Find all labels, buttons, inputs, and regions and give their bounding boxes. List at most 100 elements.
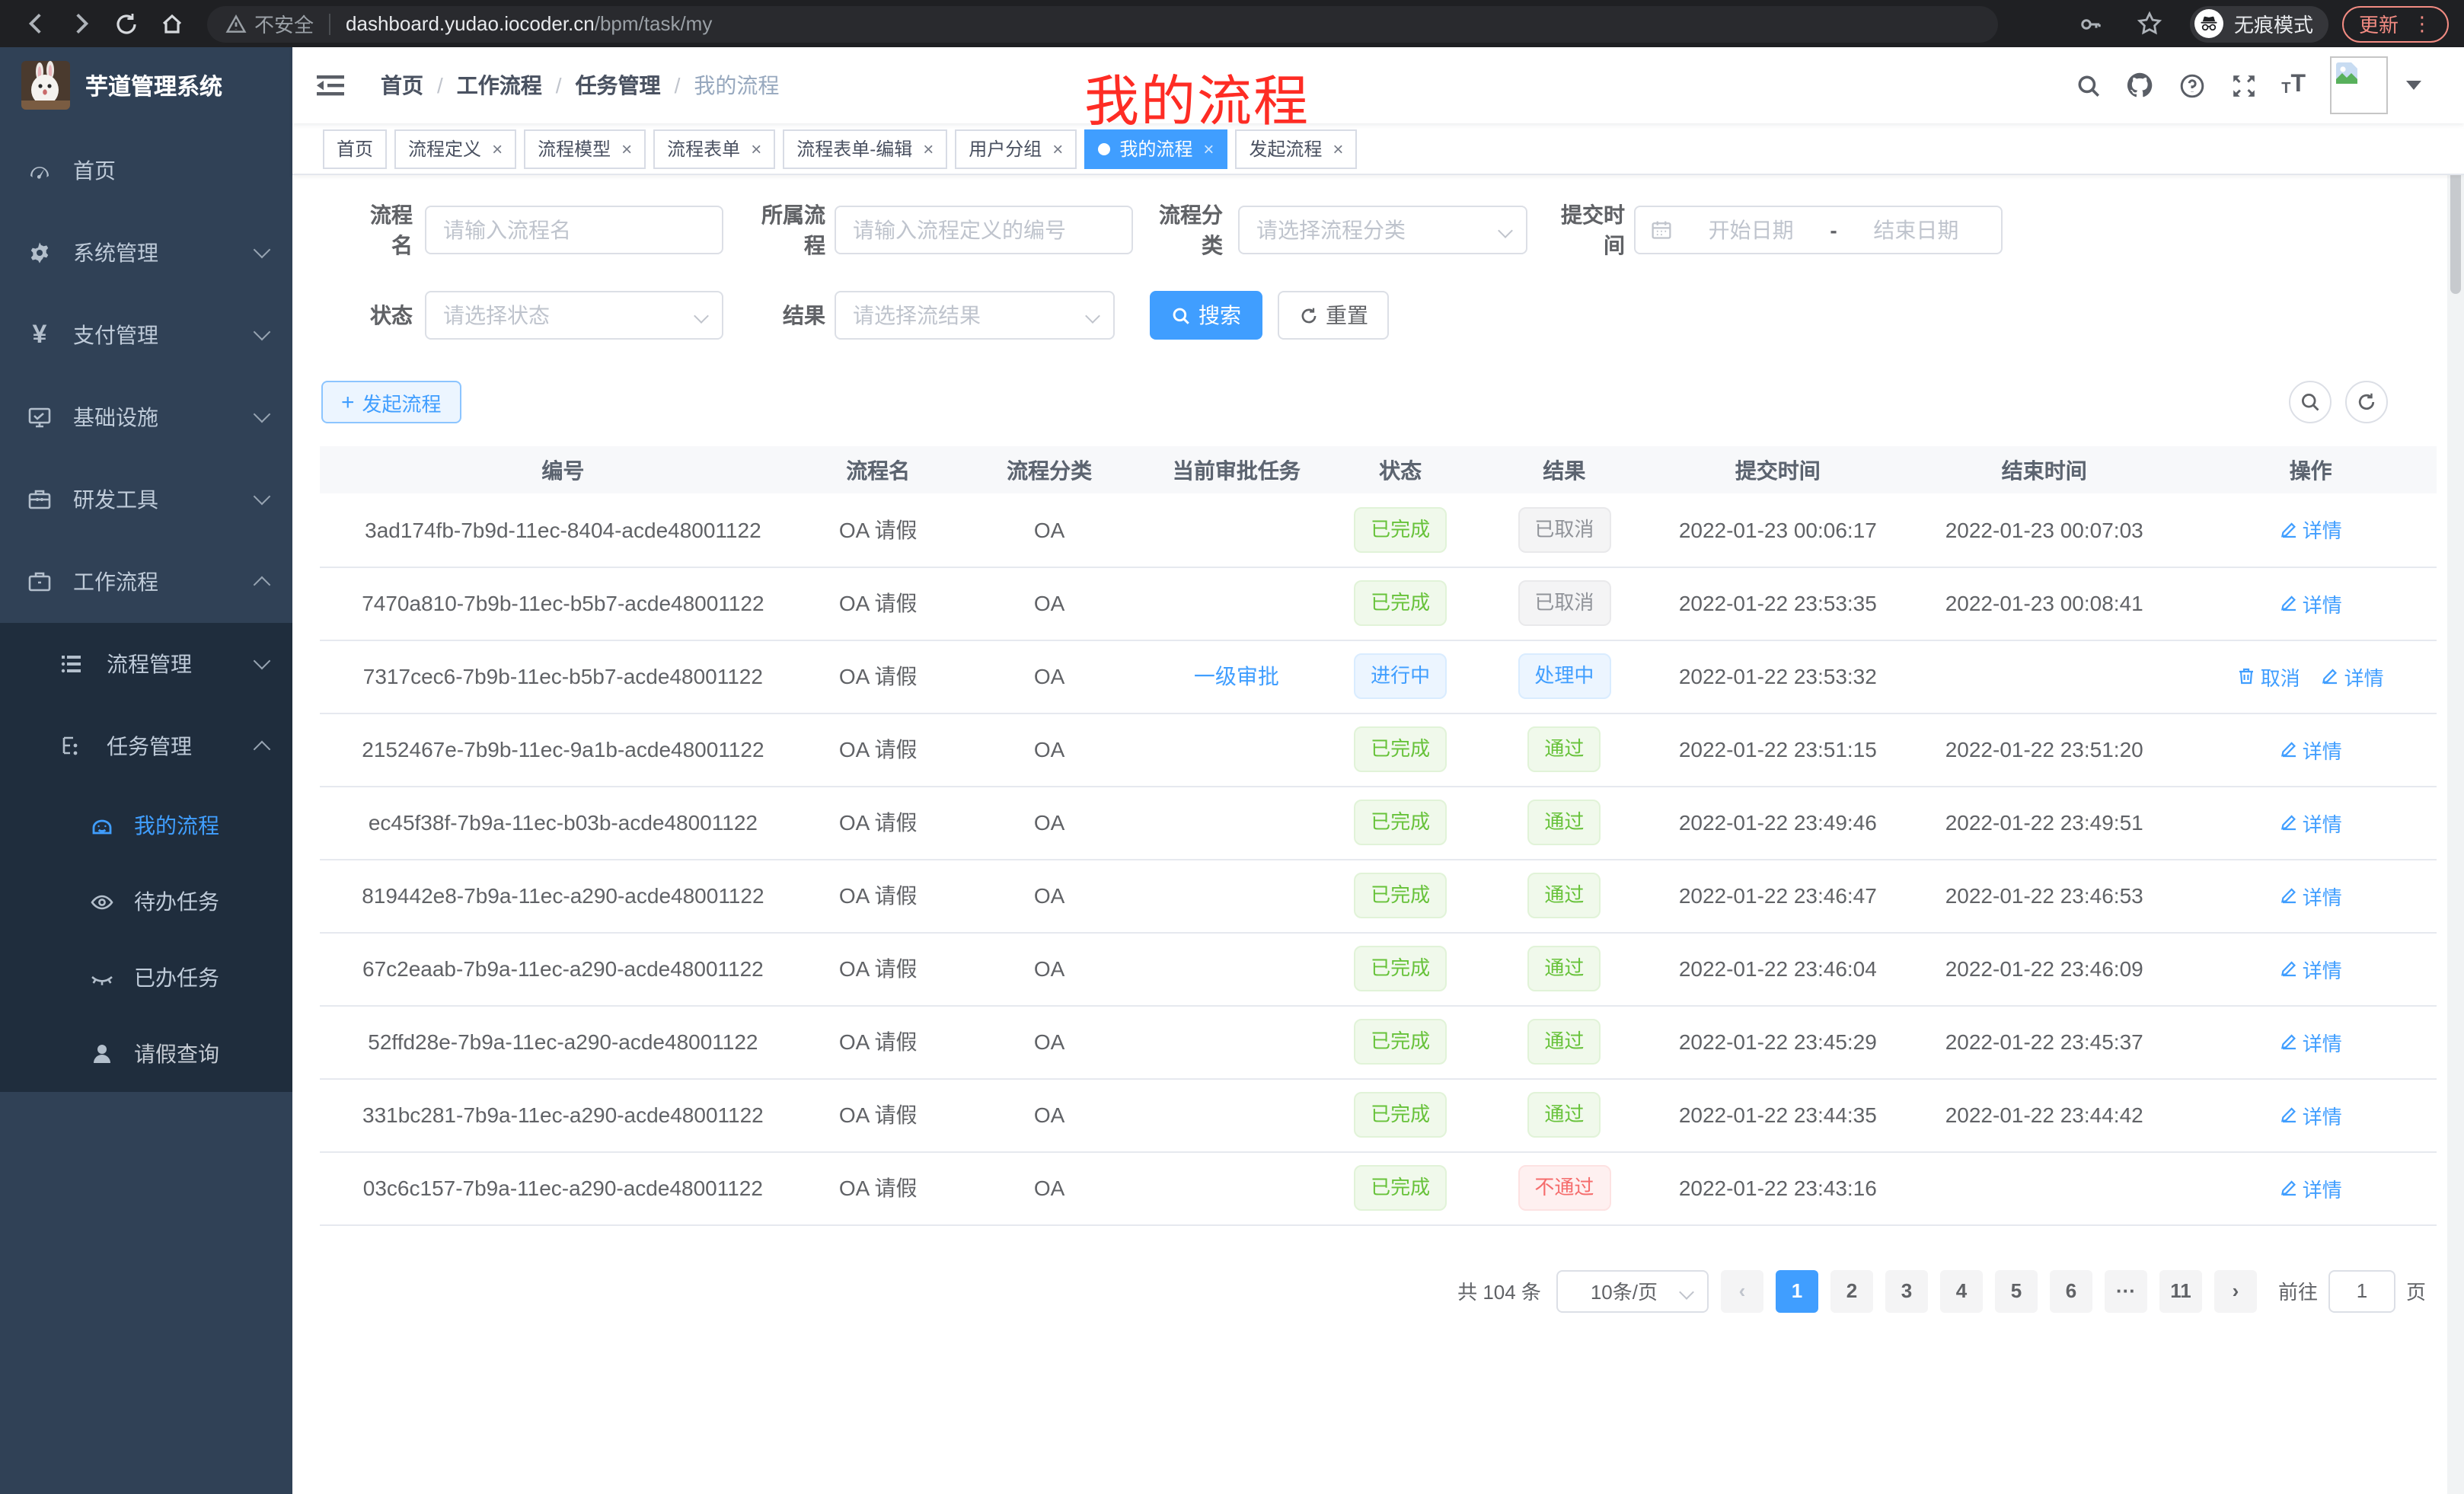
create-process-button[interactable]: + 发起流程 bbox=[321, 381, 461, 423]
sidebar-item-devtools[interactable]: 研发工具 bbox=[0, 458, 292, 541]
tab[interactable]: 发起流程 × bbox=[1235, 129, 1357, 168]
tab[interactable]: 我的流程 × bbox=[1084, 129, 1227, 168]
help-icon[interactable] bbox=[2178, 72, 2205, 99]
result-select[interactable] bbox=[836, 292, 1113, 338]
tab-close-icon[interactable]: × bbox=[1333, 138, 1343, 159]
page-button[interactable]: ··· bbox=[2105, 1269, 2147, 1312]
search-button[interactable]: 搜索 bbox=[1150, 291, 1262, 340]
bookmark-star-icon[interactable] bbox=[2130, 4, 2170, 43]
process-definition-input[interactable] bbox=[836, 207, 1131, 253]
sidebar-item-system[interactable]: 系统管理 bbox=[0, 212, 292, 294]
back-icon[interactable] bbox=[15, 4, 55, 43]
avatar[interactable] bbox=[2330, 56, 2388, 114]
sidebar-item-payment[interactable]: ¥ 支付管理 bbox=[0, 294, 292, 376]
forward-icon[interactable] bbox=[61, 4, 101, 43]
process-category-select[interactable] bbox=[1240, 207, 1526, 253]
current-task-link[interactable]: 一级审批 bbox=[1194, 664, 1279, 688]
home-icon[interactable] bbox=[152, 4, 192, 43]
tab[interactable]: 用户分组 × bbox=[955, 129, 1077, 168]
reset-button[interactable]: 重置 bbox=[1278, 291, 1389, 340]
process-name: OA 请假 bbox=[806, 567, 950, 640]
detail-link[interactable]: 详情 bbox=[2322, 662, 2384, 691]
sidebar-item-home[interactable]: 首页 bbox=[0, 129, 292, 212]
sidebar-collapse-icon[interactable] bbox=[315, 70, 346, 101]
page-button[interactable]: 2 bbox=[1830, 1269, 1873, 1312]
font-size-icon[interactable]: TT bbox=[2281, 73, 2306, 97]
plus-icon: + bbox=[341, 389, 355, 415]
reload-icon[interactable] bbox=[107, 4, 146, 43]
detail-link[interactable]: 详情 bbox=[2280, 1027, 2342, 1056]
status-badge: 已完成 bbox=[1354, 580, 1447, 626]
refresh-icon bbox=[2356, 391, 2377, 413]
sidebar-item-infra[interactable]: 基础设施 bbox=[0, 376, 292, 458]
avatar-dropdown-icon[interactable] bbox=[2406, 81, 2421, 90]
col-current-task: 当前审批任务 bbox=[1149, 446, 1325, 493]
process-id: 2152467e-7b9b-11ec-9a1b-acde48001122 bbox=[320, 713, 806, 786]
browser-menu-icon[interactable]: ⋮ bbox=[2412, 14, 2432, 34]
goto-unit-label: 页 bbox=[2406, 1276, 2426, 1305]
chevron-down-icon bbox=[254, 324, 271, 341]
page-button[interactable]: 4 bbox=[1940, 1269, 1983, 1312]
detail-link[interactable]: 详情 bbox=[2280, 589, 2342, 618]
process-id: 819442e8-7b9a-11ec-a290-acde48001122 bbox=[320, 859, 806, 932]
browser-chrome: 不安全 dashboard.yudao.iocoder.cn/bpm/task/… bbox=[0, 0, 2464, 47]
sidebar-item-task-mgmt[interactable]: 任务管理 bbox=[0, 705, 292, 787]
page-button[interactable]: 5 bbox=[1995, 1269, 2038, 1312]
tab[interactable]: 流程表单-编辑 × bbox=[783, 129, 947, 168]
tab[interactable]: 首页 bbox=[323, 129, 387, 168]
show-search-button[interactable] bbox=[2289, 381, 2332, 423]
prev-page-button[interactable]: ‹ bbox=[1721, 1269, 1763, 1312]
sidebar-item-workflow[interactable]: 工作流程 bbox=[0, 541, 292, 623]
breadcrumb-workflow[interactable]: 工作流程 bbox=[457, 70, 542, 101]
cancel-link[interactable]: 取消 bbox=[2238, 662, 2300, 691]
url-bar[interactable]: 不安全 dashboard.yudao.iocoder.cn/bpm/task/… bbox=[207, 5, 1998, 42]
detail-link[interactable]: 详情 bbox=[2280, 735, 2342, 764]
sidebar-item-done-tasks[interactable]: 已办任务 bbox=[0, 940, 292, 1016]
sidebar-item-leave-query[interactable]: 请假查询 bbox=[0, 1016, 292, 1092]
page-button[interactable]: 6 bbox=[2050, 1269, 2092, 1312]
status-select[interactable] bbox=[426, 292, 722, 338]
tab[interactable]: 流程定义 × bbox=[394, 129, 516, 168]
search-icon[interactable] bbox=[2074, 72, 2102, 99]
tab-close-icon[interactable]: × bbox=[751, 138, 761, 159]
app-logo[interactable]: 芋道管理系统 bbox=[0, 47, 292, 123]
submit-time: 2022-01-22 23:51:15 bbox=[1652, 713, 1904, 786]
detail-link[interactable]: 详情 bbox=[2280, 881, 2342, 910]
date-range-picker[interactable]: 开始日期 - 结束日期 bbox=[1634, 206, 2003, 254]
browser-update-button[interactable]: 更新 ⋮ bbox=[2342, 5, 2449, 42]
github-icon[interactable] bbox=[2126, 72, 2153, 99]
end-time: 2022-01-23 00:08:41 bbox=[1904, 567, 2185, 640]
page-scrollbar[interactable] bbox=[2447, 47, 2464, 1494]
security-indicator[interactable]: 不安全 bbox=[225, 9, 314, 38]
tab[interactable]: 流程模型 × bbox=[524, 129, 646, 168]
tab-close-icon[interactable]: × bbox=[621, 138, 632, 159]
submit-time: 2022-01-22 23:53:35 bbox=[1652, 567, 1904, 640]
breadcrumb-task-mgmt[interactable]: 任务管理 bbox=[576, 70, 661, 101]
breadcrumb-home[interactable]: 首页 bbox=[381, 70, 423, 101]
detail-link[interactable]: 详情 bbox=[2280, 516, 2342, 544]
sidebar-item-todo-tasks[interactable]: 待办任务 bbox=[0, 864, 292, 940]
process-name-input[interactable] bbox=[426, 207, 722, 253]
detail-link[interactable]: 详情 bbox=[2280, 954, 2342, 983]
goto-page-input[interactable] bbox=[2328, 1269, 2395, 1312]
detail-link[interactable]: 详情 bbox=[2280, 808, 2342, 837]
page-button[interactable]: 11 bbox=[2159, 1269, 2202, 1312]
sidebar-item-process-mgmt[interactable]: 流程管理 bbox=[0, 623, 292, 705]
page-size-select[interactable] bbox=[1556, 1269, 1709, 1312]
next-page-button[interactable]: › bbox=[2214, 1269, 2257, 1312]
tab-close-icon[interactable]: × bbox=[492, 138, 503, 159]
refresh-table-button[interactable] bbox=[2345, 381, 2388, 423]
start-date-placeholder: 开始日期 bbox=[1681, 215, 1821, 245]
tab-close-icon[interactable]: × bbox=[923, 138, 934, 159]
fullscreen-icon[interactable] bbox=[2229, 72, 2257, 99]
tab-close-icon[interactable]: × bbox=[1203, 138, 1214, 159]
page-button[interactable]: 1 bbox=[1776, 1269, 1818, 1312]
sidebar-item-my-process[interactable]: 我的流程 bbox=[0, 787, 292, 864]
page-button[interactable]: 3 bbox=[1885, 1269, 1928, 1312]
status-badge: 进行中 bbox=[1354, 653, 1447, 699]
detail-link[interactable]: 详情 bbox=[2280, 1173, 2342, 1202]
password-key-icon[interactable] bbox=[2071, 4, 2111, 43]
tab-close-icon[interactable]: × bbox=[1052, 138, 1063, 159]
tab[interactable]: 流程表单 × bbox=[653, 129, 775, 168]
detail-link[interactable]: 详情 bbox=[2280, 1100, 2342, 1129]
